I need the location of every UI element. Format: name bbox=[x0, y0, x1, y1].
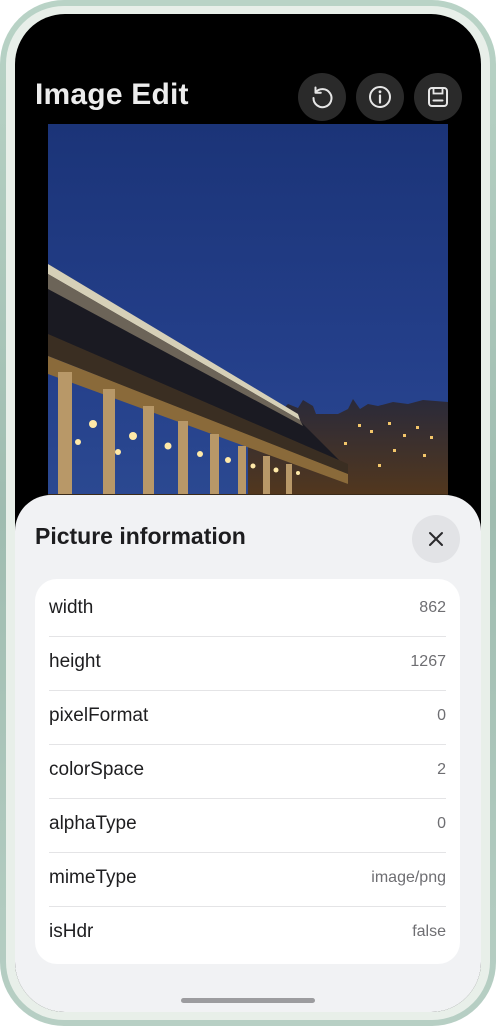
info-value: 2 bbox=[437, 761, 446, 778]
device-frame: Image Edit Picture information width 862… bbox=[0, 0, 496, 1026]
panel-title: Picture information bbox=[35, 523, 246, 549]
info-label: pixelFormat bbox=[49, 705, 149, 726]
info-row-width: width 862 bbox=[49, 581, 446, 635]
info-value: image/png bbox=[371, 869, 446, 886]
info-row-colorspace: colorSpace 2 bbox=[49, 743, 446, 797]
info-label: height bbox=[49, 651, 101, 672]
picture-info-panel: Picture information width 862 height 126… bbox=[15, 495, 481, 1012]
info-value: 0 bbox=[437, 707, 446, 724]
close-icon bbox=[429, 532, 443, 546]
reset-button[interactable] bbox=[298, 73, 346, 121]
screen: Image Edit Picture information width 862… bbox=[15, 14, 481, 1012]
info-value: 1267 bbox=[410, 653, 446, 670]
info-icon bbox=[369, 86, 391, 108]
night-bridge-photo bbox=[48, 124, 448, 514]
info-value: 0 bbox=[437, 815, 446, 832]
info-row-pixelformat: pixelFormat 0 bbox=[49, 689, 446, 743]
info-list: width 862 height 1267 pixelFormat 0 colo… bbox=[35, 579, 460, 964]
info-button[interactable] bbox=[356, 73, 404, 121]
info-label: width bbox=[49, 597, 94, 618]
info-row-mimetype: mimeType image/png bbox=[49, 851, 446, 905]
info-value: 862 bbox=[419, 599, 446, 616]
home-indicator[interactable] bbox=[181, 998, 315, 1003]
close-button[interactable] bbox=[412, 515, 460, 563]
info-value: false bbox=[412, 923, 446, 940]
info-label: alphaType bbox=[49, 813, 137, 834]
info-row-ishdr: isHdr false bbox=[49, 905, 446, 959]
info-label: colorSpace bbox=[49, 759, 145, 780]
info-label: mimeType bbox=[49, 867, 137, 888]
info-row-height: height 1267 bbox=[49, 635, 446, 689]
save-icon bbox=[428, 87, 448, 107]
save-button[interactable] bbox=[414, 73, 462, 121]
photo-preview bbox=[48, 124, 448, 514]
info-label: isHdr bbox=[49, 921, 94, 942]
info-row-alphatype: alphaType 0 bbox=[49, 797, 446, 851]
page-title: Image Edit bbox=[35, 78, 189, 111]
reset-icon bbox=[312, 86, 333, 109]
